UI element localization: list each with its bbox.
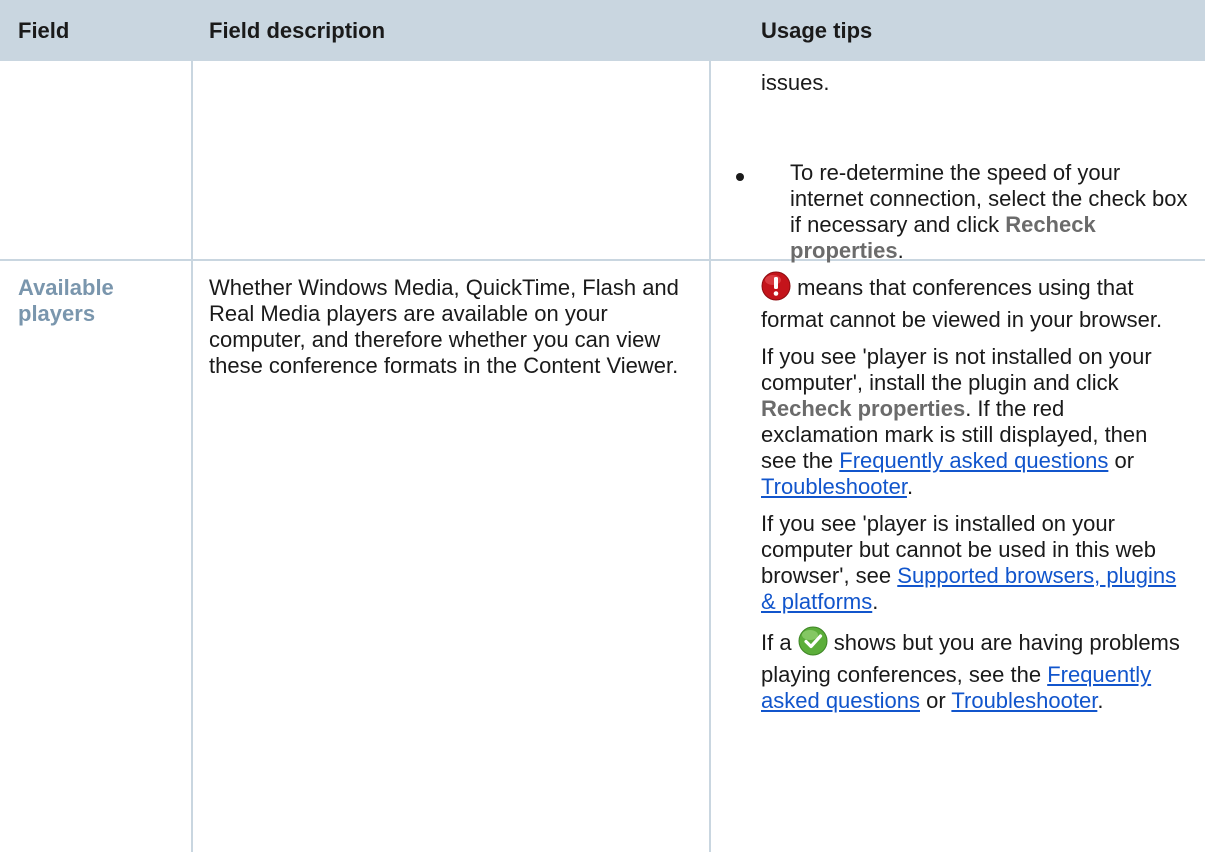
tip2-text-a: If you see 'player is not installed on y… (761, 344, 1152, 395)
column-divider-2 (709, 61, 711, 852)
bullet-end: . (897, 238, 904, 263)
table-header: Field Field description Usage tips (0, 0, 1205, 61)
header-field-description: Field description (209, 18, 386, 43)
bullet-marker (736, 173, 744, 181)
tip-not-installed: If you see 'player is not installed on y… (761, 344, 1181, 500)
troubleshooter-link[interactable]: Troubleshooter (951, 688, 1097, 713)
tip-cannot-be-used: If you see 'player is installed on your … (761, 511, 1181, 615)
tip2-text-d: . (906, 474, 914, 499)
tip-error-meaning: means that conferences using that format… (761, 271, 1181, 333)
exclamation-error-icon (761, 271, 791, 307)
bullet-item: To re-determine the speed of your intern… (790, 160, 1190, 264)
row2-usage-tips: means that conferences using that format… (761, 271, 1181, 725)
tip2-text-c: or (1108, 448, 1135, 473)
properties-table: Field Field description Usage tips issue… (0, 0, 1205, 852)
row1-usage-tips: issues. (761, 70, 1181, 107)
header-usage-tips: Usage tips (761, 18, 873, 43)
column-divider-1 (191, 61, 193, 852)
recheck-properties-label: Recheck properties (761, 396, 966, 421)
bullet-text: To re-determine the speed of your intern… (790, 160, 1188, 237)
field-available-players: Available players (18, 275, 114, 326)
tip-error-text: means that conferences using that format… (761, 275, 1163, 332)
tip4-text-d: . (1097, 688, 1104, 713)
header-field: Field (18, 18, 70, 43)
tip-check-shows: If a shows but you are having problems p… (761, 626, 1181, 714)
tip3-text-b: . (872, 589, 879, 614)
faq-link[interactable]: Frequently asked questions (839, 448, 1108, 473)
troubleshooter-link[interactable]: Troubleshooter (761, 474, 907, 499)
description-available-players: Whether Windows Media, QuickTime, Flash … (209, 275, 679, 378)
checkmark-ok-icon (798, 626, 828, 662)
continued-text: issues. (761, 70, 830, 95)
tip4-text-c: or (920, 688, 952, 713)
tip4-text-a: If a (761, 630, 798, 655)
